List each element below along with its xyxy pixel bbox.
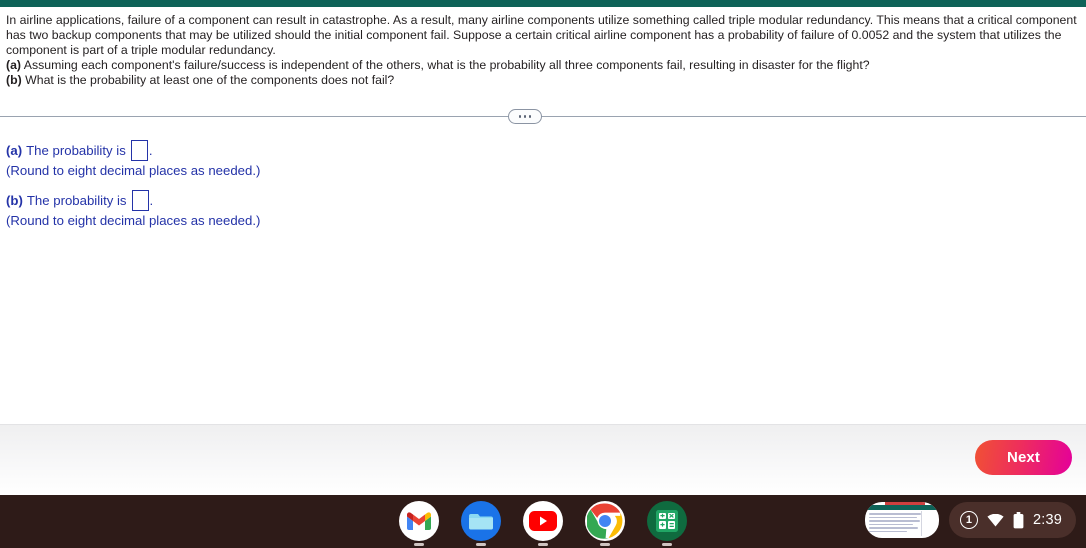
answer-block-a: (a) The probability is . (Round to eight… (0, 138, 1086, 178)
divider-rule (0, 116, 1086, 117)
window-preview-thumbnail[interactable] (864, 502, 939, 538)
answer-line-a: (a) The probability is . (0, 138, 1086, 162)
shelf-item-chrome[interactable] (583, 501, 627, 546)
problem-part-a: (a) Assuming each component's failure/su… (6, 58, 1078, 73)
answer-b-phrase: The probability is (26, 192, 127, 208)
shelf-running-indicator (414, 543, 424, 546)
gmail-icon (399, 501, 439, 541)
preview-text-line (868, 527, 918, 529)
shelf-item-sheets[interactable] (645, 501, 689, 546)
shelf-running-indicator (538, 543, 548, 546)
answer-b-rounding-note: (Round to eight decimal places as needed… (6, 213, 261, 228)
section-divider (0, 109, 1086, 124)
part-b-text: What is the probability at least one of … (25, 73, 395, 88)
shelf-running-indicator (476, 543, 486, 546)
part-a-label: (a) (6, 58, 22, 73)
problem-part-b: (b) What is the probability at least one… (6, 73, 1078, 88)
answer-line-b: (b) The probability is . (0, 188, 1086, 212)
answer-a-rounding-note: (Round to eight decimal places as needed… (6, 163, 261, 178)
shelf-status-area: 1 2:39 (864, 502, 1076, 538)
part-b-label: (b) (6, 73, 22, 88)
answer-area: (a) The probability is . (Round to eight… (0, 138, 1086, 238)
footer-bar: Next (0, 424, 1086, 495)
preview-accent-bar (864, 505, 939, 510)
ellipsis-dot-icon (528, 115, 532, 118)
ellipsis-dot-icon (523, 115, 527, 118)
answer-a-period: . (148, 142, 153, 158)
next-button[interactable]: Next (975, 440, 1072, 475)
wifi-icon[interactable] (987, 513, 1004, 527)
calculator-icon-glyph (656, 510, 678, 532)
battery-icon[interactable] (1013, 511, 1024, 529)
ellipsis-dot-icon (518, 115, 522, 118)
shelf-item-youtube[interactable] (521, 501, 565, 546)
folder-icon-glyph (469, 514, 493, 530)
youtube-icon-glyph (529, 511, 557, 531)
shelf-item-gmail[interactable] (397, 501, 441, 546)
probability-input-a[interactable] (130, 139, 148, 161)
files-icon (461, 501, 501, 541)
top-accent-bar (0, 0, 1086, 7)
answer-a-phrase: The probability is (26, 142, 126, 158)
shelf-app-list (397, 501, 689, 546)
problem-paragraph: In airline applications, failure of a co… (6, 13, 1077, 58)
shelf: 1 2:39 (0, 495, 1086, 548)
sheets-icon (647, 501, 687, 541)
probability-input-b[interactable] (131, 189, 149, 211)
preview-text-line (868, 530, 907, 533)
preview-text-line (868, 523, 913, 526)
chrome-icon (585, 501, 625, 541)
shelf-running-indicator (600, 543, 610, 546)
problem-area: In airline applications, failure of a co… (0, 7, 1086, 88)
shelf-running-indicator (662, 543, 672, 546)
status-tray[interactable]: 1 2:39 (948, 502, 1076, 538)
wifi-icon-glyph (987, 513, 1004, 526)
part-a-text: Assuming each component's failure/succes… (23, 58, 870, 73)
notification-count-badge[interactable]: 1 (959, 511, 978, 529)
preview-text-line (868, 513, 921, 515)
preview-text-line (868, 520, 920, 522)
answer-a-label: (a) (6, 142, 23, 158)
problem-statement: In airline applications, failure of a co… (0, 7, 1086, 88)
youtube-icon (523, 501, 563, 541)
answer-b-period: . (149, 192, 154, 208)
battery-icon-glyph (1013, 511, 1024, 528)
preview-text-line (868, 516, 917, 519)
system-clock[interactable]: 2:39 (1033, 512, 1062, 528)
divider-collapse-handle[interactable] (508, 109, 542, 124)
answer-b-label: (b) (6, 192, 23, 208)
shelf-item-files[interactable] (459, 501, 503, 546)
preview-sidebar (920, 511, 937, 536)
chrome-icon-glyph (587, 503, 623, 539)
answer-block-b: (b) The probability is . (Round to eight… (0, 188, 1086, 228)
gmail-icon-glyph (407, 511, 431, 530)
